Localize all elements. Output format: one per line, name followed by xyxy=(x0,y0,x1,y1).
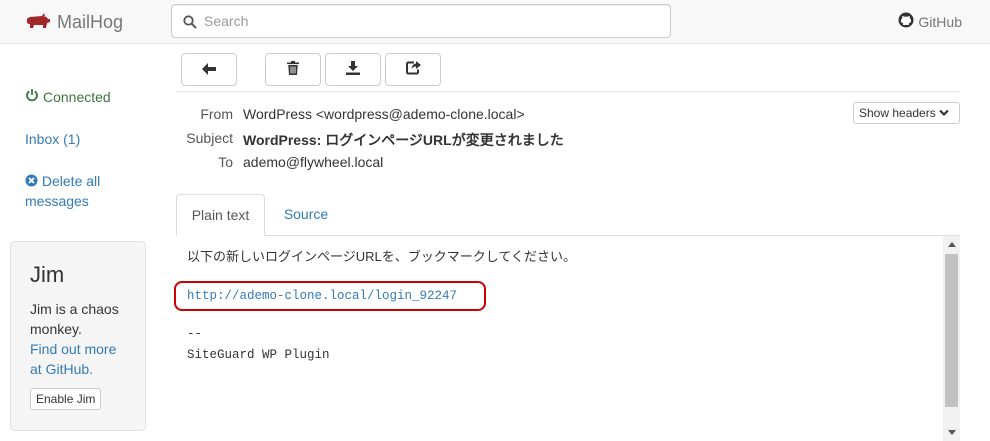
trash-icon xyxy=(287,61,299,78)
subject-label: Subject xyxy=(186,130,233,146)
login-url-link[interactable]: http://ademo-clone.local/login_92247 xyxy=(187,289,457,303)
download-button[interactable] xyxy=(325,53,381,86)
signature-name: SiteGuard WP Plugin xyxy=(187,348,330,362)
back-button[interactable] xyxy=(181,53,237,86)
jim-title: Jim xyxy=(30,262,65,287)
github-label: GitHub xyxy=(918,13,962,30)
arrow-left-icon xyxy=(202,62,216,78)
tab-plain-text[interactable]: Plain text xyxy=(176,194,265,236)
from-value: WordPress <wordpress@ademo-clone.local> xyxy=(243,106,525,122)
show-headers-label: Show headers xyxy=(859,106,936,120)
scroll-down-arrow-icon[interactable] xyxy=(943,424,960,441)
scroll-thumb[interactable] xyxy=(945,254,958,407)
from-label: From xyxy=(200,106,233,122)
brand-link[interactable]: MailHog xyxy=(25,10,123,34)
jim-panel: Jim Jim is a chaos monkey. Find out more… xyxy=(10,241,146,431)
subject-value: WordPress: ログインページURLが変更されました xyxy=(243,132,564,148)
search-input[interactable] xyxy=(202,6,662,36)
scroll-up-arrow-icon[interactable] xyxy=(943,236,960,253)
jim-info-link[interactable]: Find out more at GitHub. xyxy=(30,339,126,379)
jim-description: Jim is a chaos monkey. xyxy=(30,301,119,337)
github-icon xyxy=(898,12,914,31)
toolbar-divider xyxy=(176,91,960,92)
power-icon xyxy=(25,87,39,107)
to-label: To xyxy=(218,154,233,170)
delete-button[interactable] xyxy=(265,53,321,86)
share-icon xyxy=(405,61,421,78)
search-box xyxy=(171,4,671,38)
brand-name: MailHog xyxy=(57,11,124,32)
sidebar-item-inbox[interactable]: Inbox (1) xyxy=(25,129,80,149)
sidebar: Connected Inbox (1) Delete all messages … xyxy=(0,45,160,441)
signature-separator: -- xyxy=(187,327,203,341)
connected-label: Connected xyxy=(43,89,111,105)
remove-circle-icon xyxy=(25,173,42,189)
connected-status: Connected xyxy=(25,87,111,107)
download-icon xyxy=(346,61,360,78)
release-button[interactable] xyxy=(385,53,441,86)
enable-jim-button[interactable]: Enable Jim xyxy=(30,388,102,410)
delete-all-link[interactable]: Delete all messages xyxy=(25,171,135,211)
github-link[interactable]: GitHub xyxy=(898,12,962,31)
body-line-1: 以下の新しいログインページURLを、ブックマークしてください。 xyxy=(187,249,576,264)
to-value: ademo@flywheel.local xyxy=(243,154,384,170)
pig-logo-icon xyxy=(25,12,51,32)
chevron-down-icon xyxy=(938,103,949,123)
tab-source[interactable]: Source xyxy=(268,194,344,236)
body-scrollbar[interactable] xyxy=(943,236,960,441)
navbar: MailHog GitHub xyxy=(0,0,990,44)
show-headers-dropdown[interactable]: Show headers xyxy=(853,102,960,124)
